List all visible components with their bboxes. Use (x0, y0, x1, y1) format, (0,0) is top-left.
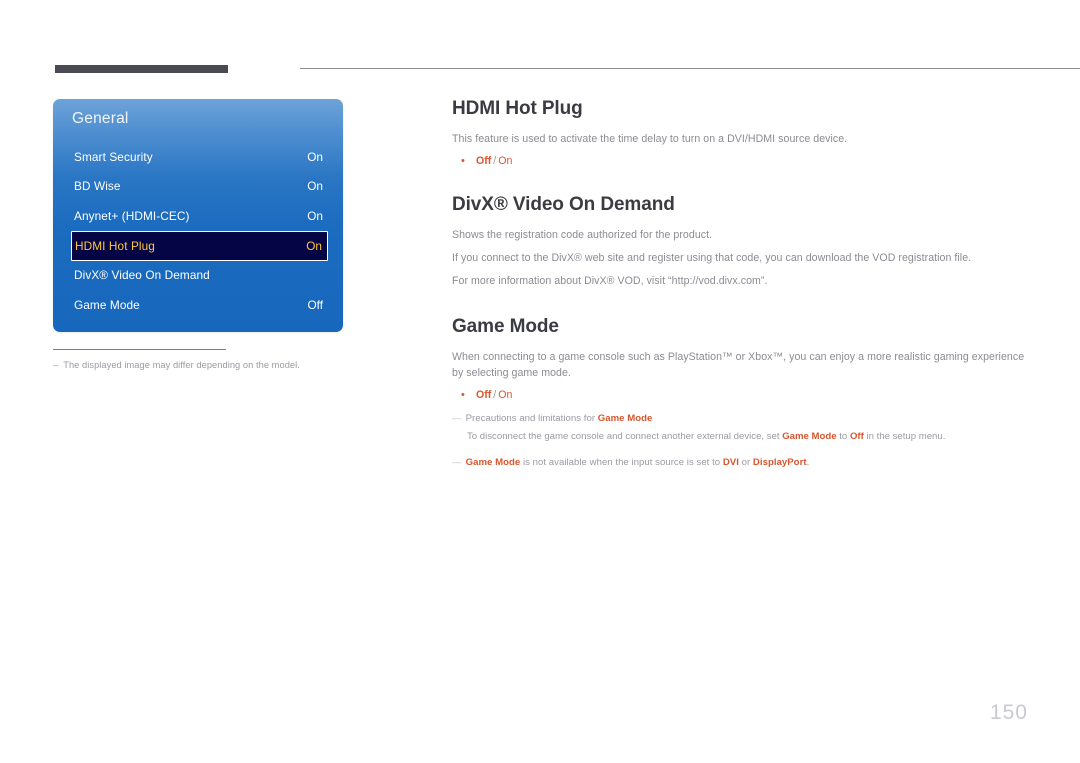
section-heading-game-mode: Game Mode (452, 316, 559, 338)
option-separator: / (493, 389, 497, 402)
osd-menu-item-hdmi-hot-plug[interactable]: HDMI Hot Plug On (71, 230, 328, 261)
section2-paragraph-2: If you connect to the DivX® web site and… (452, 251, 972, 264)
option-separator: / (493, 154, 497, 167)
option-off: Off (476, 389, 492, 402)
osd-footnote: – The displayed image may differ dependi… (53, 349, 353, 370)
osd-menu-list: Smart Security On BD Wise On Anynet+ (HD… (53, 142, 343, 320)
osd-item-value: On (306, 238, 322, 253)
osd-footnote-text-row: – The displayed image may differ dependi… (53, 360, 353, 370)
header-rule (55, 62, 1080, 76)
osd-item-value: On (307, 208, 323, 223)
note-2-body: Game Mode is not available when the inpu… (466, 456, 810, 470)
note-1-sub-mid: to (836, 431, 850, 443)
section3-note-1-sub: To disconnect the game console and conne… (467, 430, 1032, 444)
note-1-sub-term1: Game Mode (782, 431, 837, 443)
osd-menu-title: General (72, 110, 129, 127)
section3-paragraph: When connecting to a game console such a… (452, 350, 1025, 379)
note-1-body: Precautions and limitations for Game Mod… (466, 412, 653, 426)
note-2-end: . (806, 456, 810, 468)
dash-marker: – (53, 360, 59, 371)
osd-menu-panel: General Smart Security On BD Wise On Any… (53, 99, 343, 332)
osd-menu-item-game-mode[interactable]: Game Mode Off (53, 290, 343, 320)
note-1-sub-suffix: in the setup menu. (863, 431, 946, 443)
osd-item-label: DivX® Video On Demand (74, 268, 210, 283)
bullet-dot-icon: • (461, 389, 465, 402)
note-1-sub-prefix: To disconnect the game console and conne… (467, 431, 783, 443)
manual-page: General Smart Security On BD Wise On Any… (0, 0, 1080, 763)
note-1-prefix: Precautions and limitations for (465, 413, 598, 425)
content-column: HDMI Hot Plug This feature is used to ac… (452, 98, 1032, 470)
osd-item-value: On (307, 149, 323, 164)
section-heading-divx-vod: DivX® Video On Demand (452, 193, 675, 215)
osd-menu-item-anynet[interactable]: Anynet+ (HDMI-CEC) On (53, 201, 343, 231)
page-number: 150 (989, 701, 1028, 724)
section3-note-1: — Precautions and limitations for Game M… (452, 412, 1032, 426)
section2-paragraph-1: Shows the registration code authorized f… (452, 228, 713, 241)
section-heading-hdmi-hot-plug: HDMI Hot Plug (452, 98, 583, 119)
osd-item-label: Smart Security (74, 149, 153, 164)
note-1-term: Game Mode (597, 413, 653, 425)
osd-footnote-rule (53, 349, 226, 351)
section1-paragraph: This feature is used to activate the tim… (452, 132, 848, 145)
option-on: On (498, 389, 513, 402)
em-dash-marker: — (452, 413, 462, 425)
option-on: On (498, 154, 513, 167)
note-2-mid: is not available when the input source i… (520, 456, 723, 468)
header-rule-thick-block (55, 65, 228, 73)
note-2-conj: or (738, 456, 753, 468)
osd-item-value: Off (307, 297, 323, 312)
osd-item-label: BD Wise (74, 179, 121, 194)
note-1-sub-term2: Off (849, 431, 864, 443)
bullet-dot-icon: • (461, 154, 465, 167)
note-2-term1: Game Mode (465, 456, 521, 468)
option-off: Off (476, 154, 492, 167)
osd-item-value: On (307, 179, 323, 194)
osd-item-label: Anynet+ (HDMI-CEC) (74, 208, 190, 223)
osd-menu-item-smart-security[interactable]: Smart Security On (53, 142, 343, 172)
header-rule-thin-line (300, 68, 1080, 69)
note-2-term2: DVI (722, 456, 739, 468)
osd-menu-item-divx-vod[interactable]: DivX® Video On Demand (53, 261, 343, 291)
osd-footnote-text: The displayed image may differ depending… (63, 360, 300, 371)
em-dash-marker: — (452, 456, 462, 468)
osd-item-label: HDMI Hot Plug (75, 238, 155, 253)
section3-note-2: — Game Mode is not available when the in… (452, 456, 1032, 470)
section1-option-bullet: • Off / On (452, 155, 1032, 167)
section2-paragraph-3: For more information about DivX® VOD, vi… (452, 274, 768, 287)
note-2-term3: DisplayPort (752, 456, 807, 468)
osd-menu-item-bd-wise[interactable]: BD Wise On (53, 172, 343, 202)
section3-option-bullet: • Off / On (452, 389, 1032, 401)
osd-item-label: Game Mode (74, 297, 140, 312)
